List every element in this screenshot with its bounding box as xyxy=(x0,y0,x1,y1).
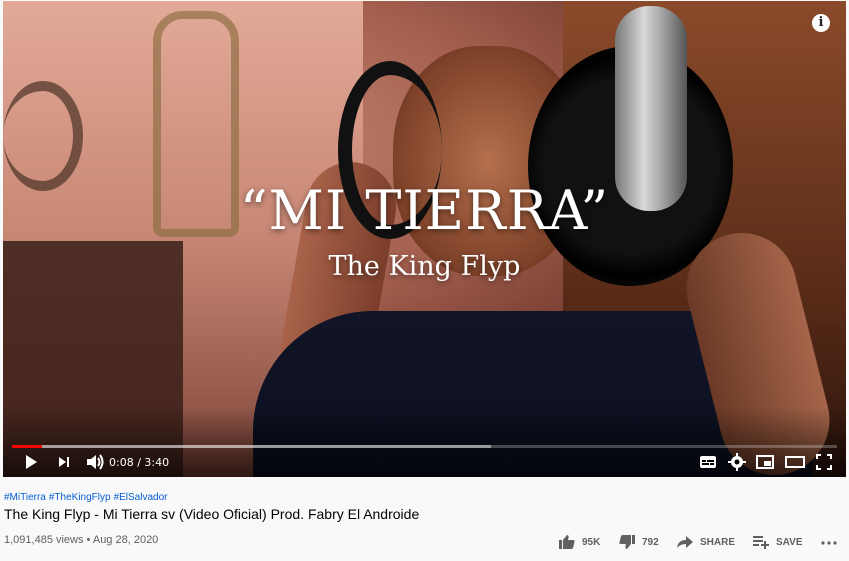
next-icon xyxy=(59,457,69,467)
play-button[interactable] xyxy=(22,453,40,476)
thumbs-up-icon xyxy=(559,535,575,549)
views-and-date: 1,091,485 views • Aug 28, 2020 xyxy=(4,534,159,546)
save-button[interactable]: SAVE xyxy=(752,532,803,552)
hashtags: #MiTierra #TheKingFlyp #ElSalvador xyxy=(4,492,170,503)
miniplayer-button[interactable] xyxy=(756,453,774,476)
save-label: SAVE xyxy=(776,536,803,548)
hashtag-link[interactable]: #MiTierra xyxy=(4,492,46,503)
dislike-button[interactable]: 792 xyxy=(618,532,659,552)
subtitles-button[interactable] xyxy=(699,453,717,476)
fullscreen-icon xyxy=(816,454,832,470)
time-display: 0:08 / 3:40 xyxy=(109,456,170,469)
share-button[interactable]: SHARE xyxy=(676,532,735,552)
more-icon xyxy=(821,541,837,545)
like-button[interactable]: 95K xyxy=(558,532,600,552)
thumbs-down-icon xyxy=(619,535,635,549)
volume-icon xyxy=(87,454,104,470)
like-count: 95K xyxy=(582,536,601,548)
more-button[interactable] xyxy=(820,532,838,552)
video-title: The King Flyp - Mi Tierra sv (Video Ofic… xyxy=(4,506,420,522)
settings-icon xyxy=(728,453,746,471)
settings-button[interactable] xyxy=(728,453,746,476)
hashtag-link[interactable]: #ElSalvador xyxy=(114,492,168,503)
theater-icon xyxy=(785,456,805,468)
play-icon xyxy=(26,455,37,469)
progress-loaded xyxy=(12,445,491,448)
volume-button[interactable] xyxy=(85,453,105,476)
progress-played xyxy=(12,445,42,448)
next-button[interactable] xyxy=(55,453,73,476)
miniplayer-icon xyxy=(756,455,774,469)
share-label: SHARE xyxy=(700,536,736,548)
fullscreen-button[interactable] xyxy=(815,453,833,476)
video-overlay-artist: The King Flyp xyxy=(328,251,521,282)
hashtag-link[interactable]: #TheKingFlyp xyxy=(49,492,111,503)
dislike-count: 792 xyxy=(642,536,659,548)
share-icon xyxy=(677,536,693,548)
video-player[interactable]: “MI TIERRA” The King Flyp i 0:08 / 3:40 xyxy=(3,1,846,477)
progress-bar[interactable] xyxy=(12,445,837,448)
horn-image xyxy=(3,81,83,191)
video-overlay-title: “MI TIERRA” xyxy=(239,179,610,242)
info-icon[interactable]: i xyxy=(812,14,830,32)
save-playlist-icon xyxy=(753,536,769,549)
theater-button[interactable] xyxy=(785,453,805,476)
subtitles-icon xyxy=(700,456,716,468)
